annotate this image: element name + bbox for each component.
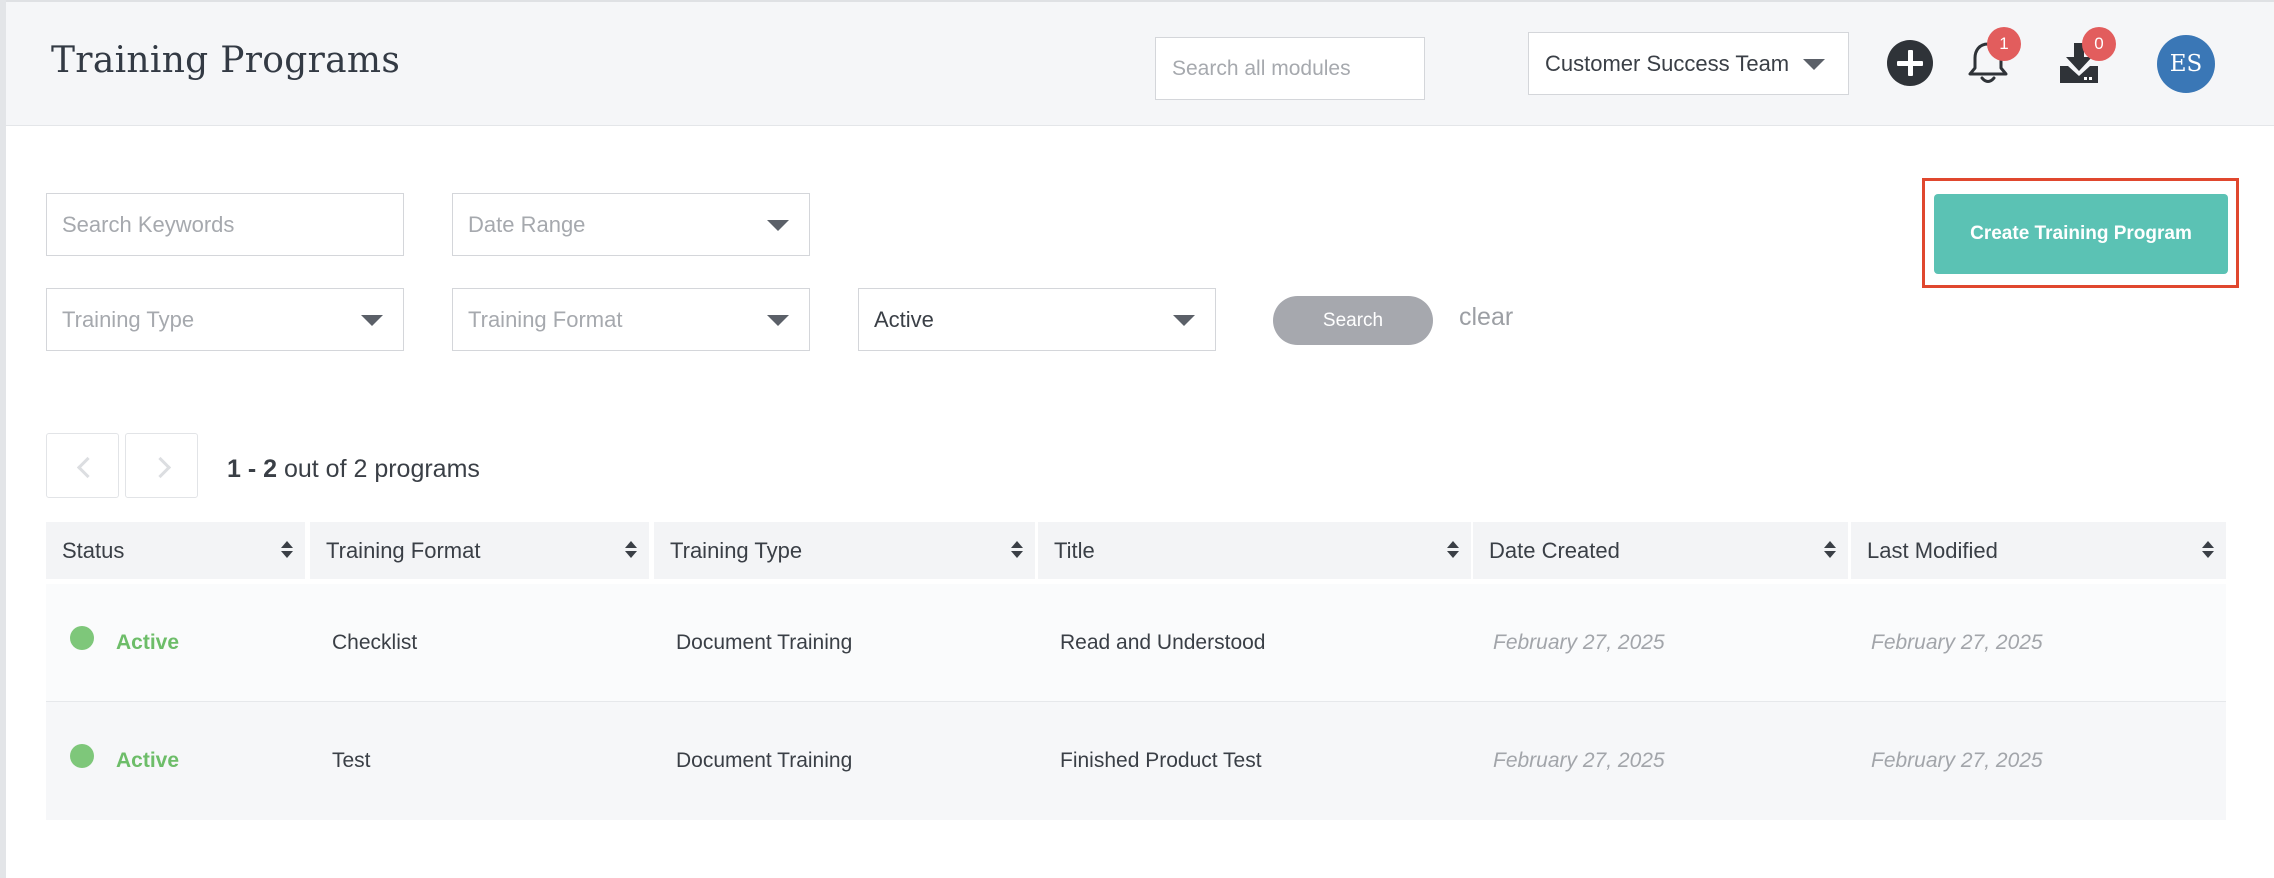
chevron-left-icon[interactable]	[46, 433, 119, 498]
avatar[interactable]: ES	[2157, 35, 2215, 93]
column-header-training-format[interactable]: Training Format	[310, 522, 649, 579]
page-title: Training Programs	[51, 40, 401, 81]
caret-down-icon	[1803, 59, 1825, 70]
date-range-placeholder: Date Range	[468, 211, 586, 237]
status-dot-icon	[70, 626, 94, 650]
column-header-last-modified[interactable]: Last Modified	[1851, 522, 2226, 579]
add-plus-icon[interactable]	[1887, 40, 1933, 86]
sort-icon	[2202, 541, 2214, 561]
pagination-suffix: out of 2 programs	[277, 455, 480, 483]
training-type-placeholder: Training Type	[62, 306, 195, 332]
column-label: Date Created	[1489, 537, 1620, 563]
column-header-status[interactable]: Status	[46, 522, 305, 579]
sort-icon	[625, 541, 637, 561]
window-edge	[0, 0, 6, 878]
column-header-date-created[interactable]: Date Created	[1473, 522, 1848, 579]
status-dot-icon	[70, 744, 94, 768]
column-header-training-type[interactable]: Training Type	[654, 522, 1035, 579]
chevron-right-icon[interactable]	[125, 433, 198, 498]
cell-training-format: Checklist	[332, 631, 418, 654]
column-label: Training Type	[670, 537, 803, 563]
training-format-select[interactable]: Training Format	[452, 288, 810, 351]
cell-title[interactable]: Finished Product Test	[1060, 702, 1262, 820]
caret-down-icon	[1173, 315, 1195, 326]
clear-filters-link[interactable]: clear	[1459, 303, 1513, 332]
column-label: Title	[1054, 537, 1095, 563]
column-label: Last Modified	[1867, 537, 1998, 563]
column-header-title[interactable]: Title	[1038, 522, 1471, 579]
sort-icon	[1824, 541, 1836, 561]
top-header: Training Programs	[6, 0, 2274, 126]
create-training-program-button[interactable]: Create Training Program	[1934, 194, 2228, 274]
caret-down-icon	[767, 315, 789, 326]
team-select[interactable]: Customer Success Team	[1528, 32, 1849, 95]
status-select-value: Active	[874, 306, 934, 332]
cell-date-created: February 27, 2025	[1493, 631, 1665, 654]
cell-last-modified: February 27, 2025	[1871, 749, 2043, 772]
pagination-summary: 1 - 2 out of 2 programs	[227, 455, 480, 484]
table-row[interactable]: Active Test Document Training Finished P…	[46, 702, 2226, 820]
table-row[interactable]: Active Checklist Document Training Read …	[46, 584, 2226, 702]
team-select-value: Customer Success Team	[1545, 50, 1790, 76]
global-search-input[interactable]	[1155, 37, 1425, 100]
status-label: Active	[116, 749, 180, 772]
column-label: Training Format	[326, 537, 481, 563]
caret-down-icon	[361, 315, 383, 326]
column-label: Status	[62, 537, 125, 563]
cell-training-format: Test	[332, 749, 371, 772]
status-select[interactable]: Active	[858, 288, 1216, 351]
downloads-badge: 0	[2082, 27, 2116, 61]
caret-down-icon	[767, 220, 789, 231]
keywords-search-input[interactable]	[46, 193, 404, 256]
status-label: Active	[116, 631, 180, 654]
cell-title[interactable]: Read and Understood	[1060, 584, 1265, 702]
training-type-select[interactable]: Training Type	[46, 288, 404, 351]
training-format-placeholder: Training Format	[468, 306, 623, 332]
cell-training-type: Document Training	[676, 631, 853, 654]
cell-date-created: February 27, 2025	[1493, 749, 1665, 772]
date-range-select[interactable]: Date Range	[452, 193, 810, 256]
cell-training-type: Document Training	[676, 749, 853, 772]
cell-last-modified: February 27, 2025	[1871, 631, 2043, 654]
pagination-range: 1 - 2	[227, 455, 278, 483]
sort-icon	[1447, 541, 1459, 561]
sort-icon	[281, 541, 293, 561]
search-button[interactable]: Search	[1273, 296, 1433, 345]
sort-icon	[1011, 541, 1023, 561]
notifications-badge: 1	[1987, 27, 2021, 61]
